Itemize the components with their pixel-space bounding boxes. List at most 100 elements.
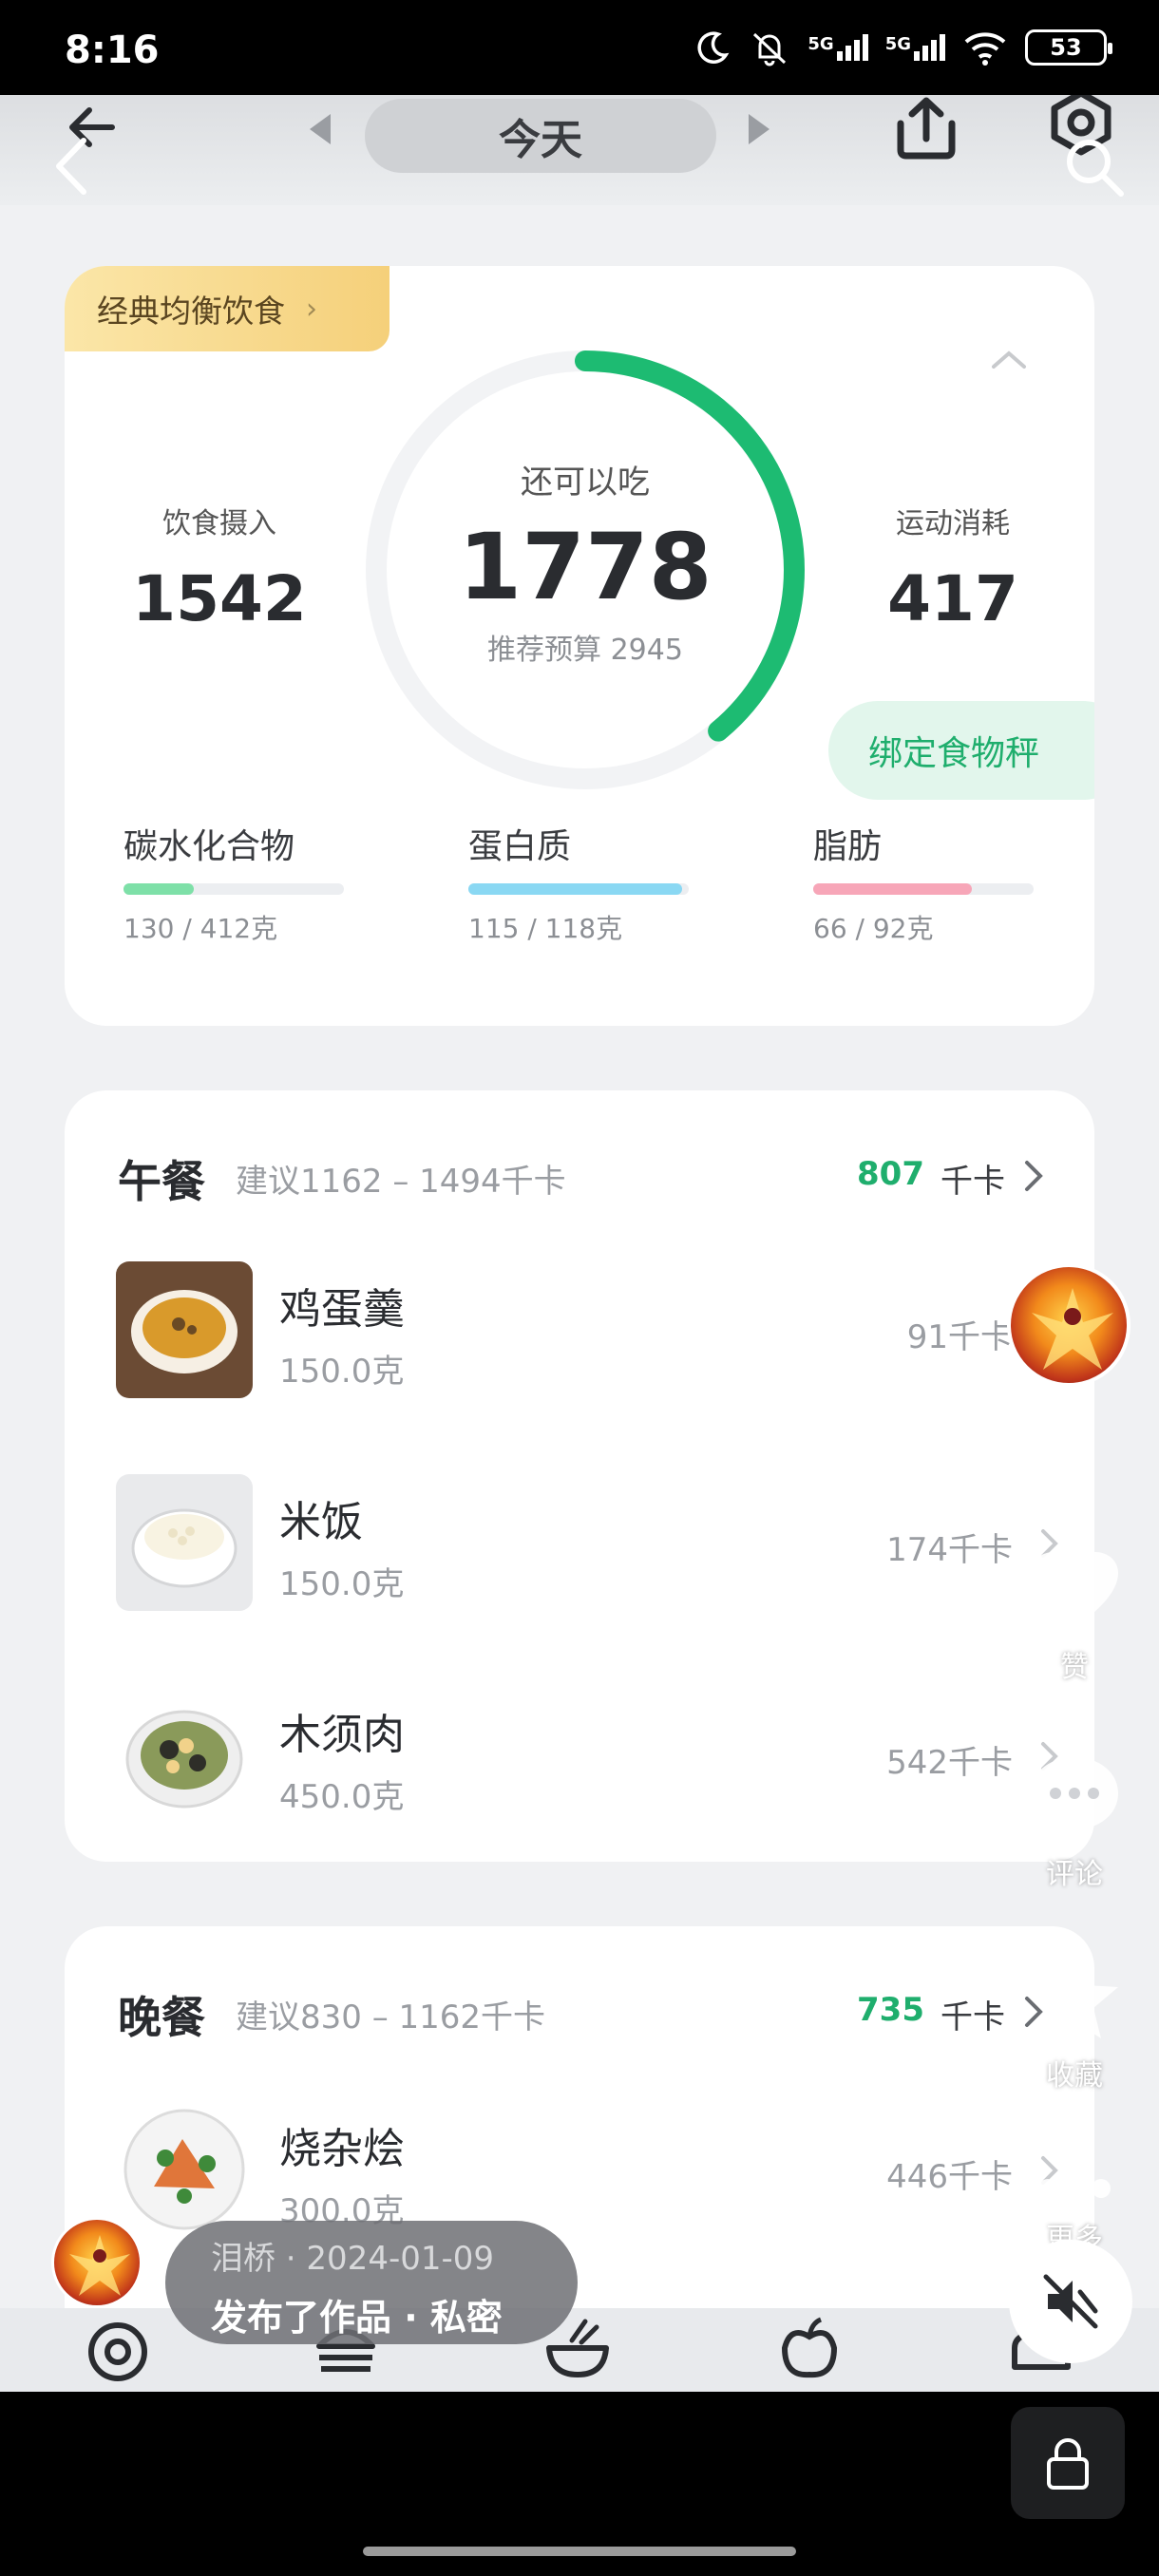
macro-protein-name: 蛋白质 (468, 827, 572, 866)
wifi-icon (964, 32, 1006, 66)
speaker-mute-icon (1043, 2274, 1098, 2329)
food-weight: 150.0克 (279, 1565, 405, 1603)
diet-plan-label: 经典均衡饮食 (97, 293, 285, 330)
food-name: 鸡蛋羹 (279, 1285, 405, 1334)
intake-label: 饮食摄入 (162, 507, 276, 540)
dinner-kcal: 735 (857, 1991, 924, 2029)
screen-lock-button[interactable] (1011, 2407, 1125, 2519)
food-item[interactable]: 鸡蛋羹 150.0克 91千卡 (116, 1261, 1066, 1404)
comment-button[interactable]: 评论 (1022, 1753, 1127, 1892)
lunch-title: 午餐 (118, 1156, 205, 1207)
food-kcal: 542千卡 (886, 1744, 1013, 1782)
signal-icon-1: 5G (808, 34, 868, 61)
macro-fat-value: 66 / 92克 (813, 913, 934, 944)
food-kcal: 91千卡 (906, 1318, 1013, 1356)
dinner-suggest: 建议830 – 1162千卡 (236, 1998, 546, 2036)
macro-fat-name: 脂肪 (813, 827, 883, 866)
status-icons: 5G 5G 53 (694, 28, 1112, 66)
publish-info[interactable]: 泪桥 · 2024-01-09 发布了作品 · 私密 (165, 2221, 578, 2344)
bind-food-scale-button[interactable]: 绑定食物秤 (828, 701, 1094, 800)
food-kcal: 446千卡 (886, 2158, 1013, 2196)
status-bar: 8:16 5G 5G 53 (0, 0, 1159, 95)
food-item[interactable]: 木须肉 450.0克 542千卡 (116, 1687, 1066, 1829)
status-time: 8:16 (65, 28, 160, 72)
app-header: 今天 (0, 95, 1159, 205)
food-weight: 150.0克 (279, 1353, 405, 1391)
food-name: 烧杂烩 (279, 2125, 405, 2173)
bell-off-icon (753, 32, 787, 66)
macro-fat-bar (813, 883, 1034, 895)
food-image-muxu-pork (116, 1687, 253, 1824)
signal-icon-2: 5G (885, 34, 945, 61)
mute-button[interactable] (1009, 2240, 1132, 2363)
network-type-1: 5G (808, 34, 834, 54)
author-avatar[interactable] (1007, 1263, 1130, 1387)
food-kcal: 174千卡 (886, 1531, 1013, 1569)
nav-record-icon[interactable] (84, 2314, 152, 2382)
comment-label: 评论 (1046, 1858, 1103, 1891)
bottom-nav (0, 2308, 1159, 2392)
food-item[interactable]: 米饭 150.0克 174千卡 (116, 1474, 1066, 1617)
lunch-header[interactable]: 午餐 建议1162 – 1494千卡 807 千卡 (118, 1147, 1068, 1207)
food-image-egg-custard (116, 1261, 253, 1398)
share-upload-icon[interactable] (891, 95, 961, 161)
macro-carbs-bar (124, 883, 344, 895)
diet-plan-tag[interactable]: 经典均衡饮食 › (65, 266, 390, 351)
search-icon[interactable] (1062, 135, 1129, 201)
exercise-label: 运动消耗 (896, 507, 1010, 540)
date-selector[interactable]: 今天 (365, 99, 716, 173)
prev-day-icon[interactable] (310, 114, 331, 144)
publisher-avatar[interactable] (51, 2217, 142, 2308)
chevron-right-icon: › (306, 292, 317, 326)
overlay-back-icon[interactable] (48, 133, 95, 199)
lunch-kcal: 807 (857, 1155, 924, 1193)
star-icon (1031, 1955, 1118, 2038)
intake-value: 1542 (132, 562, 307, 635)
food-image-rice (116, 1474, 253, 1611)
battery-icon: 53 (1025, 29, 1112, 66)
chevron-right-icon (1025, 1161, 1043, 1191)
ring-center: 还可以吃 1778 推荐预算 2945 (357, 456, 813, 668)
exercise-stat: 运动消耗 417 (834, 500, 1072, 635)
like-button[interactable]: 赞 (1022, 1548, 1127, 1685)
lunch-kcal-unit: 千卡 (940, 1163, 1005, 1201)
more-dots-icon (1038, 2179, 1111, 2198)
publish-author-date: 泪桥 · 2024-01-09 (211, 2240, 495, 2278)
macro-carbs-value: 130 / 412克 (124, 913, 278, 944)
chevron-up-icon[interactable] (990, 348, 1028, 370)
favorite-button[interactable]: 收藏 (1022, 1951, 1127, 2093)
dinner-kcal-unit: 千卡 (940, 1998, 1005, 2036)
comment-icon (1031, 1757, 1118, 1837)
next-day-icon[interactable] (749, 114, 770, 144)
publish-status: 发布了作品 · 私密 (211, 2297, 503, 2339)
remaining-label: 还可以吃 (521, 464, 650, 502)
dinner-header[interactable]: 晚餐 建议830 – 1162千卡 735 千卡 (118, 1983, 1068, 2043)
lunch-suggest: 建议1162 – 1494千卡 (236, 1163, 566, 1201)
like-label: 赞 (1060, 1651, 1089, 1684)
favorite-label: 收藏 (1046, 2059, 1103, 2093)
food-name: 米饭 (279, 1498, 363, 1546)
home-indicator[interactable] (363, 2547, 796, 2556)
network-type-2: 5G (884, 34, 911, 54)
dinner-title: 晚餐 (118, 1992, 205, 2043)
food-image-mixed-stew (116, 2101, 253, 2238)
macro-carbs-name: 碳水化合物 (124, 827, 295, 866)
heart-icon (1031, 1552, 1118, 1628)
moon-icon (697, 31, 730, 64)
lock-icon (1047, 2438, 1089, 2490)
intake-stat: 饮食摄入 1542 (101, 500, 338, 635)
lunch-card: 午餐 建议1162 – 1494千卡 807 千卡 鸡蛋羹 150.0克 91千… (65, 1090, 1094, 1862)
remaining-value: 1778 (458, 514, 712, 620)
calorie-summary-card: 经典均衡饮食 › 饮食摄入 1542 还可以吃 1778 推荐预算 2945 运… (65, 266, 1094, 1026)
macro-protein-fill (468, 883, 683, 895)
nav-apple-icon[interactable] (775, 2314, 844, 2382)
app-screen: 今天 经典均衡饮食 › 饮食摄入 1542 还可以吃 1778 推荐预算 294… (0, 95, 1159, 2392)
budget-text: 推荐预算 2945 (487, 634, 683, 667)
food-name: 木须肉 (279, 1711, 405, 1759)
macro-carbs-fill (124, 883, 195, 895)
exercise-value: 417 (887, 562, 1018, 635)
macro-fat-fill (813, 883, 973, 895)
macro-protein-value: 115 / 118克 (468, 913, 623, 944)
food-weight: 450.0克 (279, 1778, 405, 1816)
macro-protein-bar (468, 883, 689, 895)
